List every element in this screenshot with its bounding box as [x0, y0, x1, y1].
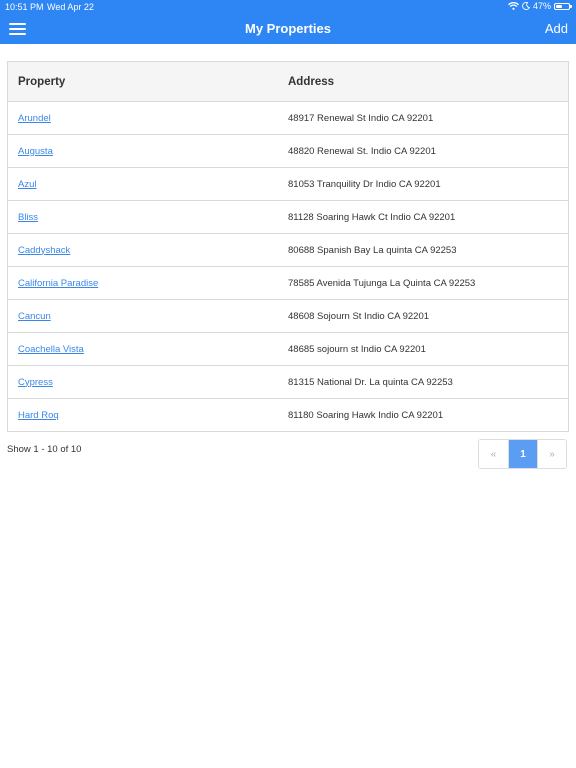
property-link[interactable]: Azul — [18, 179, 36, 190]
property-link[interactable]: Bliss — [18, 212, 38, 223]
table-row: Azul 81053 Tranquility Dr Indio CA 92201 — [8, 167, 568, 201]
add-button[interactable]: Add — [545, 21, 568, 36]
property-link[interactable]: Arundel — [18, 113, 51, 124]
address-cell: 48820 Renewal St. Indio CA 92201 — [278, 134, 568, 168]
address-cell: 48917 Renewal St Indio CA 92201 — [288, 112, 434, 124]
table-body: Arundel 48917 Renewal St Indio CA 92201 Au… — [8, 102, 568, 431]
next-page-button[interactable]: » — [537, 440, 566, 468]
previous-page-button[interactable]: « — [479, 440, 508, 468]
address-cell: 81128 Soaring Hawk Ct Indio CA 92201 — [278, 200, 568, 234]
table-row: Bliss 81128 Soaring Hawk Ct Indio CA 9220… — [8, 200, 568, 234]
address-cell: 48685 sojourn st Indio CA 92201 — [278, 332, 568, 366]
status-indicators: 47% — [508, 1, 572, 11]
status-date: Wed Apr 22 — [47, 2, 94, 12]
page-1-button[interactable]: 1 — [508, 440, 537, 468]
page-title: My Properties — [245, 21, 331, 36]
table-row: Augusta 48820 Renewal St. Indio CA 92201 — [8, 134, 568, 168]
table-row: California Paradise 78585 Avenida Tujunga… — [8, 266, 568, 300]
property-cell: Azul — [8, 167, 278, 201]
address-cell: 78585 Avenida Tujunga La Quinta CA 92253 — [278, 266, 568, 300]
property-link[interactable]: California Paradise — [18, 278, 98, 289]
property-link[interactable]: Cancun — [18, 311, 51, 322]
table-row: Arundel 48917 Renewal St Indio CA 92201 — [8, 102, 568, 135]
wifi-icon — [508, 2, 519, 10]
address-cell: 80688 Spanish Bay La quinta CA 92253 — [278, 233, 568, 267]
property-cell: Augusta — [8, 134, 278, 168]
property-cell: Caddyshack — [8, 233, 278, 267]
table-row: Caddyshack 80688 Spanish Bay La quinta CA… — [8, 233, 568, 267]
property-link[interactable]: Coachella Vista — [18, 344, 84, 355]
address-cell: 81180 Soaring Hawk Indio CA 92201 — [278, 398, 568, 431]
battery-icon — [554, 2, 572, 10]
status-bar: 10:51 PM Wed Apr 22 47% — [0, 0, 576, 14]
battery-fill — [556, 4, 562, 8]
app: 10:51 PM Wed Apr 22 47% My Properties Ad… — [0, 0, 576, 768]
property-cell: Cypress — [8, 365, 278, 399]
address-cell: 81315 National Dr. La quinta CA 92253 — [278, 365, 568, 399]
nav-bar: 10:51 PM Wed Apr 22 47% My Properties Ad… — [0, 0, 576, 44]
column-header-address[interactable]: Address — [278, 62, 568, 102]
property-cell: Bliss — [8, 200, 278, 234]
address-cell: 48608 Sojourn St Indio CA 92201 — [278, 299, 568, 333]
table-row: Cancun 48608 Sojourn St Indio CA 92201 — [8, 299, 568, 333]
table-header-row: Property Address — [8, 62, 568, 102]
battery-percent: 47% — [532, 1, 551, 11]
battery-tip — [570, 4, 572, 8]
property-cell: Cancun — [8, 299, 278, 333]
pagination: « 1 » — [478, 439, 567, 469]
pagination-summary: Show 1 - 10 of 10 — [7, 444, 82, 455]
property-link[interactable]: Hard Roq — [18, 410, 59, 421]
property-link[interactable]: Cypress — [18, 377, 53, 388]
table-row: Cypress 81315 National Dr. La quinta CA 9… — [8, 365, 568, 399]
table-row: Coachella Vista 48685 sojourn st Indio CA… — [8, 332, 568, 366]
status-time: 10:51 PM — [5, 2, 44, 12]
moon-icon — [522, 2, 530, 10]
address-cell: 81053 Tranquility Dr Indio CA 92201 — [278, 167, 568, 201]
column-header-property[interactable]: Property — [8, 62, 278, 102]
property-cell: Arundel — [8, 102, 278, 135]
table-row: Hard Roq 81180 Soaring Hawk Indio CA 9220… — [8, 398, 568, 431]
property-cell: Coachella Vista — [8, 332, 278, 366]
hamburger-menu-icon[interactable] — [9, 23, 26, 35]
property-link[interactable]: Caddyshack — [18, 245, 70, 256]
properties-table: Property Address Arundel 48917 Renewal St… — [7, 61, 569, 432]
property-cell: California Paradise — [8, 266, 278, 300]
property-cell: Hard Roq — [8, 398, 278, 431]
property-link[interactable]: Augusta — [18, 146, 53, 157]
